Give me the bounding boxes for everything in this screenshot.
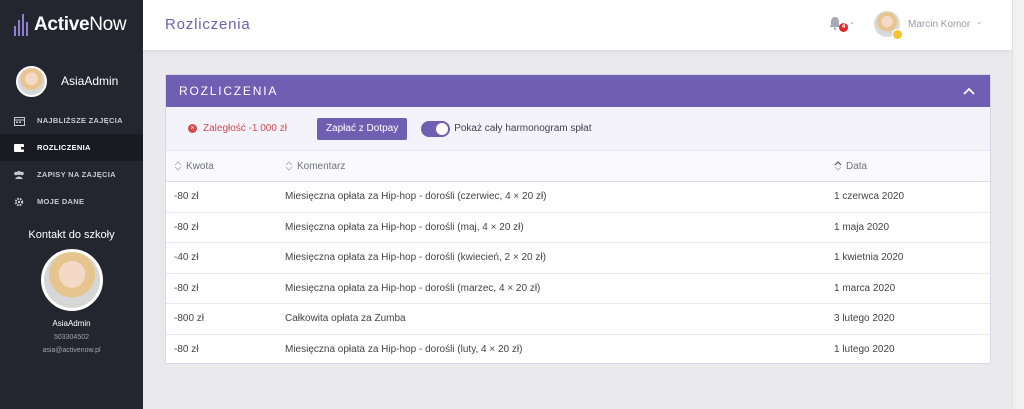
- logo[interactable]: ActiveNow: [0, 0, 143, 50]
- header-user-name: Marcin Komor: [908, 18, 971, 30]
- column-header-data[interactable]: Data: [829, 161, 867, 172]
- column-label: Komentarz: [297, 160, 346, 172]
- sidebar-item-zapisy[interactable]: ZAPISY NA ZAJĘCIA: [0, 161, 143, 188]
- sidebar-item-label: ROZLICZENIA: [37, 143, 91, 152]
- logo-text: ActiveNow: [34, 14, 127, 36]
- gear-icon: [13, 197, 25, 207]
- chevron-down-icon: ⌄: [976, 19, 983, 26]
- notification-count-badge: 4: [839, 23, 848, 32]
- column-header-komentarz[interactable]: Komentarz: [279, 161, 829, 172]
- table-row: -40 zł Miesięczna opłata za Hip-hop - do…: [166, 243, 990, 274]
- date-cell: 1 lutego 2020: [834, 344, 895, 356]
- logo-accent: Now: [89, 14, 127, 35]
- comment-cell: Miesięczna opłata za Hip-hop - dorośli (…: [285, 344, 523, 356]
- contact-phone[interactable]: 503304502: [0, 334, 143, 341]
- debt-status: × Zaległość -1 000 zł: [188, 123, 287, 134]
- table-row: -80 zł Miesięczna opłata za Hip-hop - do…: [166, 335, 990, 366]
- comment-cell: Całkowita opłata za Zumba: [285, 313, 406, 325]
- users-icon: [13, 170, 25, 180]
- logo-bars-icon: [14, 14, 28, 36]
- sidebar-user[interactable]: AsiaAdmin: [0, 55, 143, 107]
- comment-cell: Miesięczna opłata za Hip-hop - dorośli (…: [285, 221, 524, 233]
- error-icon: ×: [188, 124, 197, 133]
- column-label: Kwota: [186, 160, 214, 172]
- date-cell: 1 czerwca 2020: [834, 191, 905, 203]
- school-contact: Kontakt do szkoły AsiaAdmin 503304502 as…: [0, 229, 143, 354]
- table-row: -800 zł Całkowita opłata za Zumba 3 lute…: [166, 304, 990, 335]
- toggle-knob: [436, 122, 449, 135]
- avatar: [16, 65, 47, 97]
- sidebar-item-label: ZAPISY NA ZAJĘCIA: [37, 170, 116, 179]
- date-cell: 3 lutego 2020: [834, 313, 895, 325]
- debt-label: Zaległość -1 000 zł: [203, 123, 287, 134]
- comment-cell: Miesięczna opłata za Hip-hop - dorośli (…: [285, 282, 541, 294]
- contact-name: AsiaAdmin: [52, 319, 91, 328]
- calendar-icon: [13, 116, 25, 126]
- date-cell: 1 maja 2020: [834, 221, 890, 233]
- sort-icon: [285, 161, 293, 171]
- sidebar-item-moje-dane[interactable]: MOJE DANE: [0, 188, 143, 215]
- table-row: -80 zł Miesięczna opłata za Hip-hop - do…: [166, 213, 990, 243]
- column-label: Data: [846, 160, 868, 172]
- user-menu[interactable]: Marcin Komor ⌄: [874, 11, 983, 40]
- page-scrollbar[interactable]: [1012, 0, 1024, 409]
- panel-toolbar: × Zaległość -1 000 zł Zapłać z Dotpay Po…: [166, 107, 990, 150]
- sidebar-item-label: NAJBLIŻSZE ZAJĘCIA: [37, 116, 123, 125]
- billing-table: Kwota Komentarz Data -80 zł Miesięczna o…: [166, 150, 990, 365]
- star-badge-icon: [892, 29, 903, 40]
- top-header: Rozliczenia 4 ⌄ Marcin Komor ⌄: [143, 0, 1012, 50]
- amount-cell: -80 zł: [174, 282, 199, 294]
- contact-title: Kontakt do szkoły: [28, 229, 115, 241]
- sort-icon: [174, 161, 182, 171]
- amount-cell: -80 zł: [174, 191, 199, 203]
- sidebar-item-najblizsze-zajecia[interactable]: NAJBLIŻSZE ZAJĘCIA: [0, 107, 143, 134]
- sidebar: ActiveNow AsiaAdmin NAJBLIŻSZE ZAJĘCIA R…: [0, 0, 143, 409]
- billing-panel: ROZLICZENIA × Zaległość -1 000 zł Zapłać…: [165, 74, 991, 364]
- wallet-icon: [13, 143, 25, 153]
- date-cell: 1 marca 2020: [834, 282, 896, 294]
- amount-cell: -800 zł: [174, 313, 205, 325]
- contact-avatar: [40, 249, 103, 311]
- sidebar-menu: NAJBLIŻSZE ZAJĘCIA ROZLICZENIA ZAPISY NA…: [0, 107, 143, 215]
- sidebar-user-name: AsiaAdmin: [61, 74, 119, 88]
- amount-cell: -80 zł: [174, 344, 199, 356]
- sort-desc-icon: [834, 161, 842, 171]
- comment-cell: Miesięczna opłata za Hip-hop - dorośli (…: [285, 191, 547, 203]
- full-schedule-label: Pokaż cały harmonogram spłat: [454, 123, 592, 134]
- amount-cell: -80 zł: [174, 221, 199, 233]
- comment-cell: Miesięczna opłata za Hip-hop - dorośli (…: [285, 252, 546, 264]
- panel-title: ROZLICZENIA: [179, 84, 279, 98]
- contact-email[interactable]: asia@activenow.pl: [0, 347, 143, 354]
- avatar: [874, 11, 903, 40]
- chevron-up-icon[interactable]: [962, 84, 976, 98]
- notifications-button[interactable]: 4 ⌄: [829, 15, 855, 35]
- table-header: Kwota Komentarz Data: [166, 150, 990, 182]
- logo-main: Active: [34, 14, 90, 35]
- table-row: -80 zł Miesięczna opłata za Hip-hop - do…: [166, 274, 990, 304]
- sidebar-item-label: MOJE DANE: [37, 197, 85, 206]
- column-header-kwota[interactable]: Kwota: [166, 161, 279, 172]
- date-cell: 1 kwietnia 2020: [834, 252, 904, 264]
- panel-header: ROZLICZENIA: [166, 75, 990, 107]
- amount-cell: -40 zł: [174, 252, 199, 264]
- full-schedule-toggle[interactable]: [421, 120, 451, 137]
- sidebar-item-rozliczenia[interactable]: ROZLICZENIA: [0, 134, 143, 161]
- pay-dotpay-button[interactable]: Zapłać z Dotpay: [316, 117, 408, 140]
- page-title: Rozliczenia: [165, 16, 251, 33]
- table-row: -80 zł Miesięczna opłata za Hip-hop - do…: [166, 182, 990, 213]
- chevron-down-icon: ⌄: [849, 19, 855, 26]
